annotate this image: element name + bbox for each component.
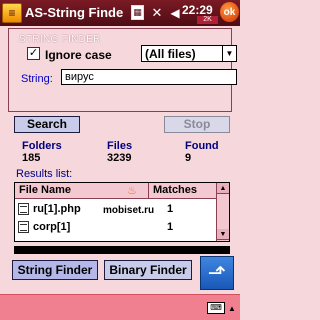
ok-button[interactable]: ok (220, 2, 239, 22)
table-row[interactable]: corp[1] 1 (15, 219, 217, 235)
chevron-down-icon[interactable]: ▼ (222, 46, 236, 61)
main-panel: STRING FINDER ✓ Ignore case (All files) … (0, 26, 240, 254)
chevron-up-icon[interactable]: ▲ (228, 304, 236, 313)
found-count: 9 (185, 152, 192, 164)
folders-count: 185 (22, 152, 41, 164)
results-list[interactable]: File Name ♨ Matches ru[1].php 1 corp[1] … (14, 182, 230, 242)
app-logo-icon[interactable]: ≡ (2, 3, 22, 23)
softkey-bar: ⌨ ▲ (0, 294, 240, 320)
scroll-up-icon[interactable]: ▲ (217, 183, 229, 194)
found-label: Found (185, 140, 219, 152)
bottom-tabs: String Finder Binary Finder ⬏ (0, 254, 240, 294)
scroll-down-icon[interactable]: ▼ (217, 229, 229, 240)
group-title: STRING FINDER (19, 34, 101, 45)
file-icon (18, 221, 29, 233)
folders-label: Folders (22, 140, 62, 152)
match-count: 1 (167, 221, 174, 233)
search-button[interactable]: Search (14, 116, 80, 133)
tab-binary-finder[interactable]: Binary Finder (104, 260, 192, 280)
tab-string-finder[interactable]: String Finder (12, 260, 98, 280)
memory-indicator: 2K (197, 16, 218, 24)
horizontal-scrollbar[interactable] (14, 246, 230, 254)
results-list-label: Results list: (16, 168, 73, 180)
flame-icon: ♨ (127, 185, 137, 197)
file-filter-dropdown[interactable]: (All files) ▼ (141, 45, 237, 62)
app-title: AS-String Finde (25, 5, 124, 20)
volume-icon[interactable]: ◀ (169, 5, 181, 20)
vertical-scrollbar[interactable]: ▲ ▼ (216, 183, 229, 241)
string-finder-group: STRING FINDER ✓ Ignore case (All files) … (8, 28, 237, 112)
column-header-matches[interactable]: Matches (149, 183, 217, 199)
watermark: mobiset.ru (103, 205, 155, 216)
file-filter-value: (All files) (145, 47, 196, 61)
ignore-case-label[interactable]: Ignore case (45, 48, 112, 62)
string-input[interactable]: вирус (61, 69, 237, 85)
go-up-button[interactable]: ⬏ (200, 256, 234, 290)
files-count: 3239 (107, 152, 132, 164)
clock[interactable]: 22:29 (182, 3, 213, 17)
files-label: Files (107, 140, 133, 152)
title-bar: ≡ AS-String Finde ▦ ✕ ◀ 22:29 2K ok (0, 0, 240, 26)
connectivity-icon[interactable]: ✕ (148, 5, 166, 20)
string-label: String: (21, 73, 53, 85)
file-name: ru[1].php (33, 203, 81, 215)
stop-button[interactable]: Stop (164, 116, 230, 133)
calendar-icon[interactable]: ▦ (131, 5, 144, 20)
file-name: corp[1] (33, 221, 71, 233)
file-icon (18, 203, 29, 215)
keyboard-icon[interactable]: ⌨ (207, 302, 225, 314)
match-count: 1 (167, 203, 174, 215)
ignore-case-checkbox[interactable]: ✓ (27, 47, 40, 60)
